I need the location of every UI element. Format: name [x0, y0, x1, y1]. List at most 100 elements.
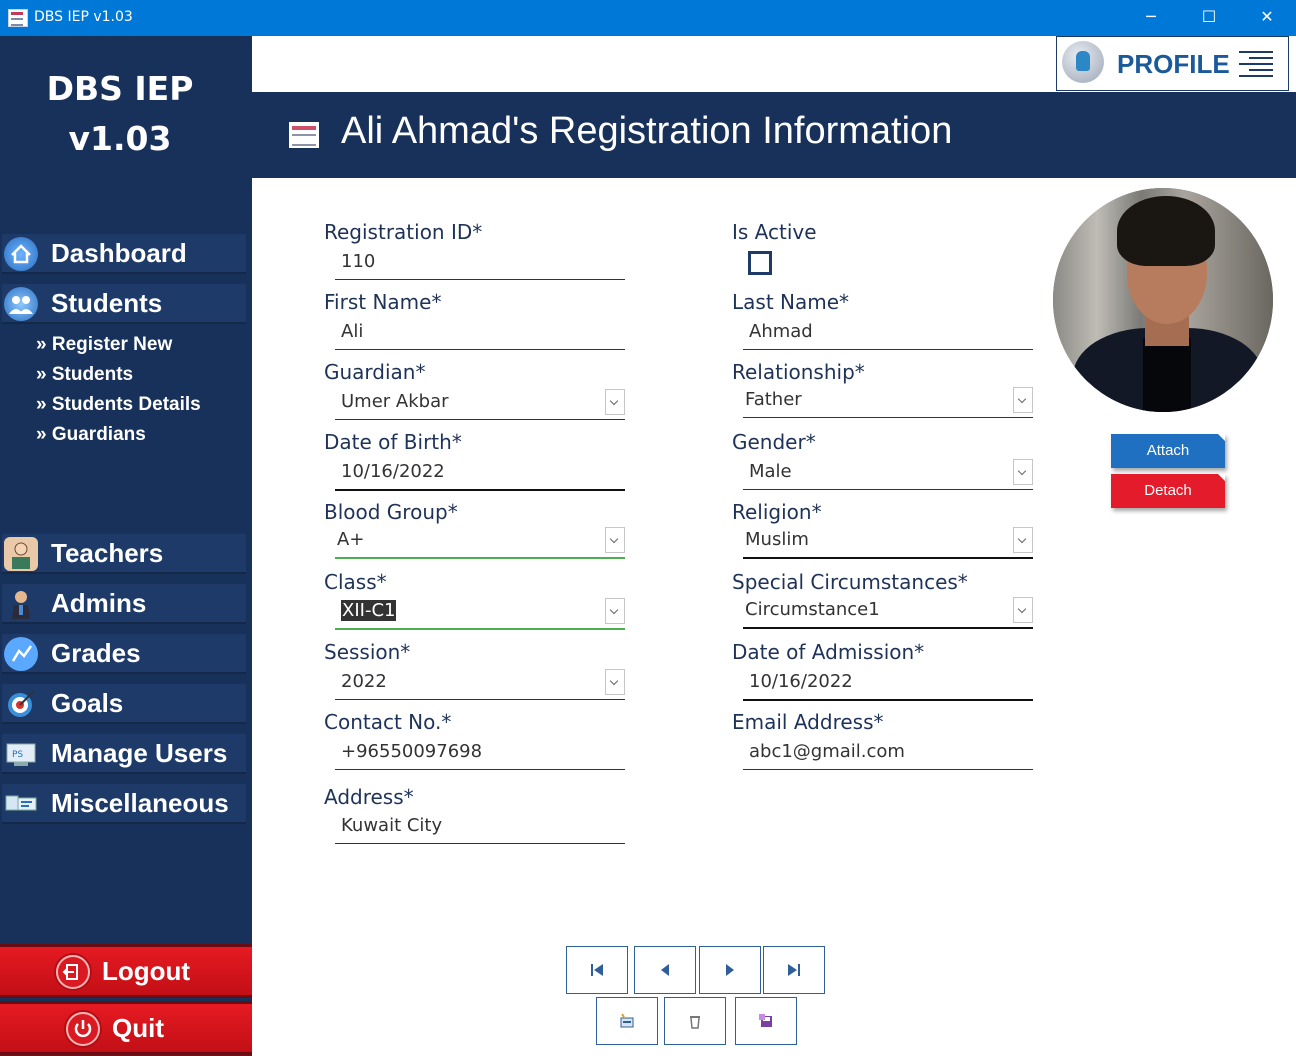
relationship-label: Relationship*	[732, 360, 865, 384]
first-name-field[interactable]: Ali	[335, 317, 625, 350]
first-name-label: First Name*	[324, 290, 442, 314]
address-field[interactable]: Kuwait City	[335, 811, 625, 844]
quit-button[interactable]: Quit	[0, 1001, 252, 1055]
blood-group-label: Blood Group*	[324, 500, 458, 524]
session-select[interactable]: 2022	[335, 667, 625, 700]
is-active-checkbox[interactable]	[748, 251, 772, 275]
chevron-down-icon[interactable]	[605, 669, 625, 695]
sidebar-subitem-students-details[interactable]: » Students Details	[36, 394, 201, 416]
sidebar-item-grades[interactable]: Grades	[2, 634, 246, 674]
logout-label: Logout	[102, 956, 191, 986]
religion-label: Religion*	[732, 500, 822, 524]
logout-icon	[56, 955, 90, 989]
gender-select[interactable]: Male	[743, 457, 1033, 490]
sidebar-item-miscellaneous[interactable]: Miscellaneous	[2, 784, 246, 824]
email-value: abc1@gmail.com	[749, 741, 905, 762]
guardian-select[interactable]: Umer Akbar	[335, 387, 625, 420]
sidebar-item-label: Teachers	[51, 538, 164, 568]
maximize-button[interactable]: ☐	[1180, 0, 1238, 36]
relationship-value: Father	[745, 389, 802, 410]
first-record-button[interactable]	[566, 946, 628, 994]
logout-button[interactable]: Logout	[0, 944, 252, 998]
previous-icon	[661, 964, 669, 976]
sidebar-subitem-guardians[interactable]: » Guardians	[36, 424, 146, 446]
misc-icon	[4, 787, 38, 821]
guardian-value: Umer Akbar	[341, 391, 449, 412]
special-circumstances-select[interactable]: Circumstance1	[743, 595, 1033, 629]
trash-icon	[690, 1016, 700, 1029]
registration-id-field[interactable]: 110	[335, 247, 625, 280]
profile-button[interactable]: PROFILE	[1056, 36, 1289, 91]
contact-label: Contact No.*	[324, 710, 452, 734]
last-name-field[interactable]: Ahmad	[743, 317, 1033, 350]
blood-group-value: A+	[337, 529, 365, 550]
address-value: Kuwait City	[341, 815, 443, 836]
sidebar-item-manage-users[interactable]: PS Manage Users	[2, 734, 246, 774]
religion-value: Muslim	[745, 529, 809, 550]
is-active-label: Is Active	[732, 220, 817, 244]
home-icon	[4, 237, 38, 271]
address-label: Address*	[324, 785, 414, 809]
previous-record-button[interactable]	[634, 946, 696, 994]
chevron-down-icon[interactable]	[605, 598, 625, 624]
page-title: Ali Ahmad's Registration Information	[341, 110, 953, 152]
sidebar-item-students[interactable]: Students	[2, 284, 246, 324]
sidebar-item-label: Miscellaneous	[51, 788, 229, 818]
chevron-down-icon[interactable]	[1013, 597, 1033, 623]
brand-name: DBS IEP	[46, 69, 194, 108]
minimize-button[interactable]: ─	[1122, 0, 1180, 36]
sidebar-subitem-register-new[interactable]: » Register New	[36, 334, 172, 356]
email-field[interactable]: abc1@gmail.com	[743, 737, 1033, 770]
admission-date-label: Date of Admission*	[732, 640, 925, 664]
chevron-down-icon[interactable]	[605, 527, 625, 553]
admission-date-field[interactable]: 10/16/2022	[743, 667, 1033, 701]
sidebar-item-label: Manage Users	[51, 738, 228, 768]
gender-label: Gender*	[732, 430, 816, 454]
blood-group-select[interactable]: A+	[335, 525, 625, 559]
registration-id-value: 110	[341, 251, 376, 272]
contact-field[interactable]: +96550097698	[335, 737, 625, 770]
registration-id-label: Registration ID*	[324, 220, 483, 244]
next-record-button[interactable]	[699, 946, 761, 994]
sidebar-item-dashboard[interactable]: Dashboard	[2, 234, 246, 274]
save-record-button[interactable]	[735, 997, 797, 1045]
menu-icon[interactable]	[1239, 51, 1273, 77]
admin-icon	[4, 587, 38, 621]
class-select[interactable]: XII-C1	[335, 596, 625, 630]
teacher-icon	[4, 537, 38, 571]
first-name-value: Ali	[341, 321, 364, 342]
students-icon	[4, 287, 38, 321]
dob-field[interactable]: 10/16/2022	[335, 457, 625, 491]
student-photo	[1053, 188, 1273, 412]
special-circumstances-label: Special Circumstances*	[732, 570, 968, 594]
religion-select[interactable]: Muslim	[743, 525, 1033, 559]
chevron-down-icon[interactable]	[1013, 387, 1033, 413]
admission-date-value: 10/16/2022	[749, 671, 853, 692]
last-name-label: Last Name*	[732, 290, 850, 314]
last-record-button[interactable]	[763, 946, 825, 994]
special-circumstances-value: Circumstance1	[745, 599, 880, 620]
quit-label: Quit	[112, 1013, 164, 1043]
detach-photo-button[interactable]: Detach	[1111, 474, 1225, 508]
sidebar-item-label: Goals	[51, 688, 124, 718]
target-icon	[4, 687, 38, 721]
sidebar-item-admins[interactable]: Admins	[2, 584, 246, 624]
relationship-select[interactable]: Father	[743, 385, 1033, 418]
gender-value: Male	[749, 461, 792, 482]
sidebar-item-goals[interactable]: Goals	[2, 684, 246, 724]
close-button[interactable]: ✕	[1238, 0, 1296, 36]
sidebar-item-teachers[interactable]: Teachers	[2, 534, 246, 574]
manage-users-icon: PS	[4, 737, 38, 771]
attach-photo-button[interactable]: Attach	[1111, 434, 1225, 468]
email-label: Email Address*	[732, 710, 884, 734]
delete-record-button[interactable]	[664, 997, 726, 1045]
app-icon	[8, 9, 28, 27]
chevron-down-icon[interactable]	[605, 389, 625, 415]
chevron-down-icon[interactable]	[1013, 459, 1033, 485]
sidebar-item-label: Admins	[51, 588, 147, 618]
sidebar-subitem-students[interactable]: » Students	[36, 364, 133, 386]
chevron-down-icon[interactable]	[1013, 527, 1033, 553]
power-icon	[66, 1012, 100, 1046]
new-record-button[interactable]	[596, 997, 658, 1045]
registration-form-icon	[289, 122, 319, 148]
